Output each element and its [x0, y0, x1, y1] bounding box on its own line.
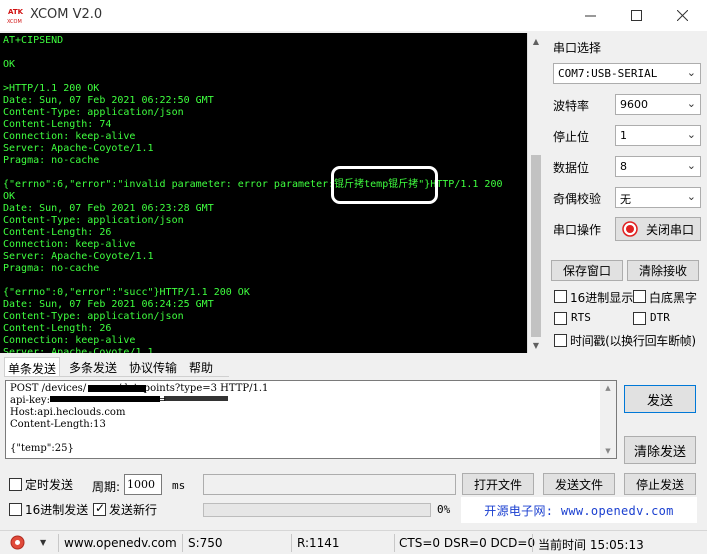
timestamp-checkbox[interactable] — [554, 334, 567, 347]
parity-value: 无 — [620, 193, 631, 206]
chevron-down-icon: ⌄ — [686, 128, 696, 141]
scroll-up-icon[interactable]: ▲ — [600, 381, 616, 395]
send-scrollbar[interactable]: ▲ ▼ — [600, 381, 616, 458]
chevron-down-icon: ⌄ — [686, 190, 696, 203]
hex-send-checkbox[interactable] — [9, 503, 22, 516]
dtr-checkbox[interactable] — [633, 312, 646, 325]
rts-label: RTS — [571, 311, 591, 324]
timed-send-label: 定时发送 — [25, 478, 74, 492]
chevron-down-icon: ⌄ — [686, 97, 696, 110]
redacted-api-key-2 — [164, 396, 228, 401]
file-path-input[interactable] — [203, 474, 456, 495]
white-bg-checkbox[interactable] — [633, 290, 646, 303]
status-sent: S:750 — [188, 536, 223, 550]
stop-bits-select[interactable]: 1 ⌄ — [615, 125, 701, 146]
status-time: 当前时间 15:05:13 — [538, 538, 644, 552]
period-input[interactable]: 1000 — [124, 474, 162, 495]
hex-display-checkbox[interactable] — [554, 290, 567, 303]
port-op-label: 串口操作 — [553, 223, 602, 237]
stop-send-button[interactable]: 停止发送 — [624, 473, 696, 495]
timestamp-label: 时间戳(以换行回车断帧) — [570, 334, 696, 348]
close-window-button[interactable] — [659, 0, 705, 31]
maximize-button[interactable] — [613, 0, 659, 31]
title-bar: ATK XCOM XCOM V2.0 — [0, 0, 707, 31]
period-unit: ms — [172, 479, 186, 492]
hex-display-label: 16进制显示 — [570, 291, 634, 305]
stop-bits-label: 停止位 — [553, 130, 590, 144]
close-port-button[interactable]: 关闭串口 — [615, 217, 701, 241]
status-bar: ▼ www.openedv.com S:750 R:1141 CTS=0 DSR… — [0, 530, 707, 554]
receive-text: AT+CIPSEND OK >HTTP/1.1 200 OK Date: Sun… — [3, 35, 503, 353]
baud-select-value: 9600 — [620, 98, 648, 111]
status-url[interactable]: www.openedv.com — [64, 536, 177, 550]
baud-label: 波特率 — [553, 99, 590, 113]
port-status-icon — [622, 221, 638, 237]
receive-scrollbar[interactable]: ▲ ▼ — [527, 33, 543, 353]
chevron-down-icon: ⌄ — [686, 159, 696, 172]
status-received: R:1141 — [297, 536, 340, 550]
maximize-icon — [630, 10, 642, 21]
send-button[interactable]: 发送 — [624, 385, 696, 413]
tab-protocol[interactable]: 协议传输 — [126, 357, 180, 377]
send-newline-checkbox[interactable] — [93, 501, 106, 516]
receive-terminal[interactable]: AT+CIPSEND OK >HTTP/1.1 200 OK Date: Sun… — [0, 33, 527, 353]
site-banner[interactable]: 开源电子网: www.openedv.com — [461, 497, 697, 523]
close-port-label: 关闭串口 — [646, 222, 695, 237]
tab-single-send[interactable]: 单条发送 — [4, 357, 61, 377]
timed-send-checkbox[interactable] — [9, 478, 22, 491]
period-label: 周期: — [92, 480, 121, 494]
chevron-down-icon[interactable]: ▼ — [40, 538, 46, 547]
data-bits-value: 8 — [620, 160, 627, 173]
redacted-api-key — [50, 396, 160, 402]
app-logo-icon: ATK XCOM — [7, 6, 24, 25]
open-file-button[interactable]: 打开文件 — [462, 473, 534, 495]
tab-divider — [4, 376, 229, 377]
dtr-label: DTR — [650, 311, 670, 324]
port-select-label: 串口选择 — [553, 41, 602, 55]
close-icon — [676, 10, 688, 21]
save-window-button[interactable]: 保存窗口 — [551, 260, 623, 281]
svg-text:XCOM: XCOM — [7, 19, 22, 25]
baud-select[interactable]: 9600 ⌄ — [615, 94, 701, 115]
send-progress-bar — [203, 503, 431, 517]
send-text: POST /devices/ /datapoints?type=3 HTTP/1… — [10, 383, 269, 454]
send-input[interactable]: POST /devices/ /datapoints?type=3 HTTP/1… — [5, 380, 617, 459]
send-file-button[interactable]: 发送文件 — [543, 473, 615, 495]
white-bg-label: 白底黑字 — [649, 291, 698, 305]
scroll-up-icon[interactable]: ▲ — [528, 33, 544, 49]
clear-receive-button[interactable]: 清除接收 — [627, 260, 699, 281]
tab-multi-send[interactable]: 多条发送 — [66, 357, 120, 377]
tab-help[interactable]: 帮助 — [186, 357, 216, 377]
settings-gear-icon[interactable] — [10, 535, 25, 553]
progress-text: 0% — [437, 503, 451, 516]
rts-checkbox[interactable] — [554, 312, 567, 325]
clear-send-button[interactable]: 清除发送 — [624, 436, 696, 464]
scroll-thumb[interactable] — [531, 155, 541, 337]
minimize-icon — [584, 15, 596, 17]
parity-label: 奇偶校验 — [553, 192, 602, 206]
svg-text:ATK: ATK — [8, 8, 24, 16]
send-newline-label: 发送新行 — [109, 503, 158, 517]
minimize-button[interactable] — [567, 0, 613, 31]
scroll-down-icon[interactable]: ▼ — [528, 337, 544, 353]
parity-select[interactable]: 无 ⌄ — [615, 187, 701, 208]
port-select-value: COM7:USB-SERIAL — [558, 67, 658, 80]
stop-bits-value: 1 — [620, 129, 627, 142]
data-bits-label: 数据位 — [553, 161, 590, 175]
scroll-down-icon[interactable]: ▼ — [600, 444, 616, 458]
status-signals: CTS=0 DSR=0 DCD=0 — [399, 536, 536, 550]
annotation-highlight — [331, 166, 438, 204]
hex-send-label: 16进制发送 — [25, 503, 89, 517]
port-select[interactable]: COM7:USB-SERIAL ⌄ — [553, 63, 701, 84]
data-bits-select[interactable]: 8 ⌄ — [615, 156, 701, 177]
window-title: XCOM V2.0 — [30, 7, 103, 22]
chevron-down-icon: ⌄ — [686, 66, 696, 79]
redacted-device-id — [76, 385, 152, 392]
